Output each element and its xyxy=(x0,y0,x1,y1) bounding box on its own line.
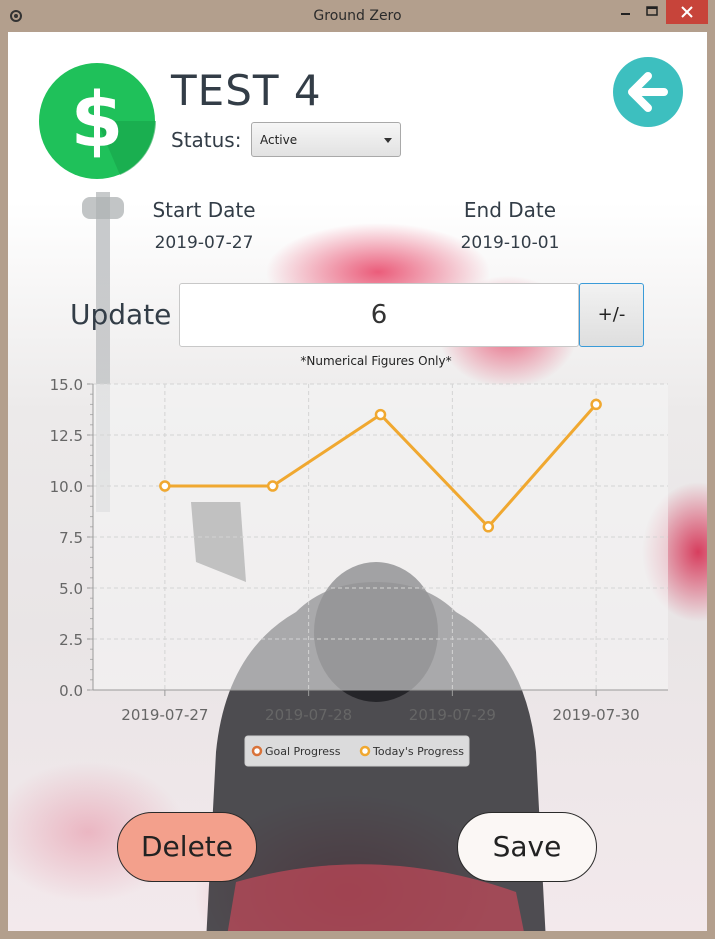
y-tick-label: 7.5 xyxy=(59,529,83,547)
y-tick-label: 12.5 xyxy=(50,427,83,445)
window-frame-bottom xyxy=(0,931,715,939)
window-frame-left xyxy=(0,32,8,939)
legend-label: Goal Progress xyxy=(265,745,341,758)
x-tick-label: 2019-07-30 xyxy=(553,706,640,724)
x-tick-label: 2019-07-29 xyxy=(409,706,496,724)
app-content: $ TEST 4 Status: Active Start Date 2019-… xyxy=(8,32,707,931)
status-label: Status: xyxy=(171,128,242,152)
maximize-icon[interactable] xyxy=(639,0,666,24)
item-title: TEST 4 xyxy=(171,66,322,115)
end-date-value: 2019-10-01 xyxy=(460,233,560,253)
data-point xyxy=(590,398,602,411)
legend-marker xyxy=(359,745,371,757)
start-date-label: Start Date xyxy=(152,198,256,222)
save-button[interactable]: Save xyxy=(457,812,597,882)
status-dropdown[interactable]: Active xyxy=(251,122,401,157)
arrow-left-icon[interactable] xyxy=(612,56,684,128)
svg-text:$: $ xyxy=(71,75,124,164)
y-tick-label: 0.0 xyxy=(59,682,83,700)
x-tick-label: 2019-07-27 xyxy=(121,706,208,724)
window-title: Ground Zero xyxy=(313,8,402,24)
data-point xyxy=(374,408,387,421)
update-label: Update xyxy=(70,298,172,331)
y-tick-label: 10.0 xyxy=(50,478,83,496)
end-date-label: End Date xyxy=(463,198,557,222)
data-point xyxy=(482,521,495,533)
window-frame-right xyxy=(707,32,715,939)
legend-label: Today's Progress xyxy=(372,745,464,758)
close-icon[interactable] xyxy=(666,0,708,24)
y-tick-label: 15.0 xyxy=(50,376,83,394)
data-point xyxy=(159,480,171,492)
start-date-value: 2019-07-27 xyxy=(154,233,254,253)
y-tick-label: 2.5 xyxy=(59,631,83,649)
x-tick-label: 2019-07-28 xyxy=(265,706,352,724)
y-tick-label: 5.0 xyxy=(59,580,83,598)
plus-minus-button[interactable]: +/- xyxy=(579,283,644,347)
status-dropdown-value: Active xyxy=(260,133,298,147)
delete-button[interactable]: Delete xyxy=(117,812,257,882)
legend-marker xyxy=(251,745,263,757)
dollar-sign-icon: $ xyxy=(39,63,156,179)
chevron-down-icon xyxy=(384,138,392,143)
title-bar[interactable]: Ground Zero xyxy=(0,0,715,32)
minimize-icon[interactable] xyxy=(612,0,639,24)
progress-chart: 0.0 2.5 5.0 7.5 10.0 12.5 15.0 2019-07-27 2019-0… xyxy=(50,376,668,767)
data-point xyxy=(266,480,279,492)
update-input[interactable]: 6 xyxy=(179,283,579,347)
